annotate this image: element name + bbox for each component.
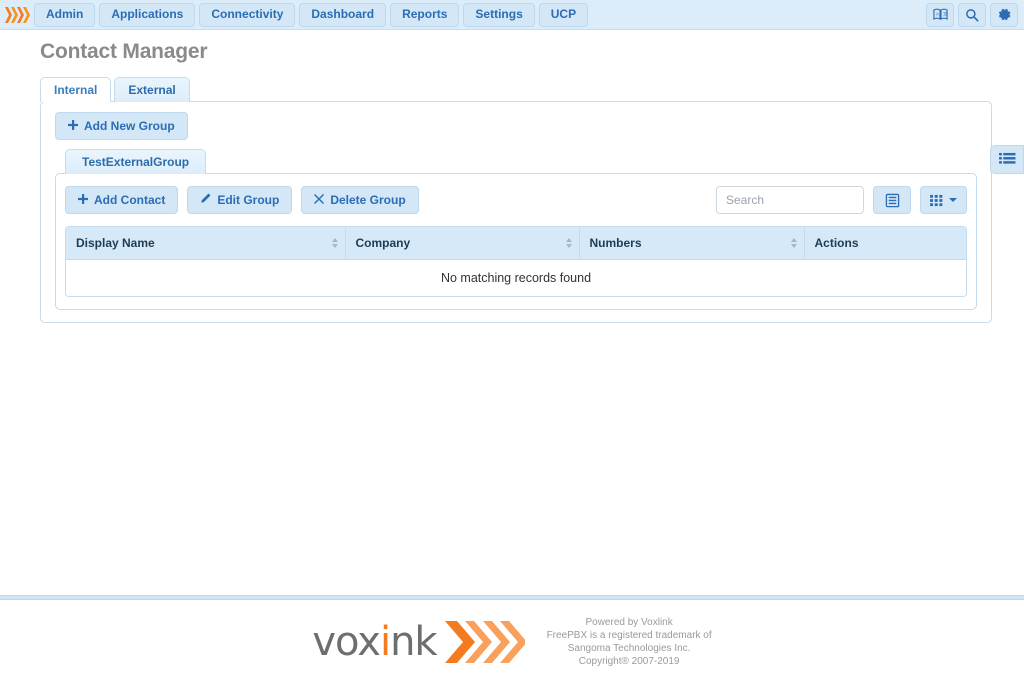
column-header-company[interactable]: Company	[345, 227, 580, 260]
nav-item-applications[interactable]: Applications	[99, 2, 196, 27]
contacts-table-wrapper: Display Name Company Numbers Actions No …	[65, 226, 967, 297]
footer-copyright: Powered by Voxlink FreePBX is a register…	[547, 616, 712, 668]
sidebar-toggle-button[interactable]	[990, 145, 1024, 174]
tab-internal[interactable]: Internal	[40, 77, 112, 102]
voxlink-text-part2: nk	[390, 619, 438, 665]
nav-item-settings[interactable]: Settings	[463, 2, 535, 27]
view-buttons	[873, 186, 967, 214]
gear-icon	[998, 8, 1010, 21]
column-chooser-button[interactable]	[920, 186, 967, 214]
search-input[interactable]	[716, 186, 864, 214]
column-header-actions: Actions	[804, 227, 966, 260]
footer-line-3: Sangoma Technologies Inc.	[567, 643, 691, 654]
nav-item-connectivity[interactable]: Connectivity	[199, 2, 296, 27]
column-label: Display Name	[76, 236, 155, 250]
nav-item-admin[interactable]: Admin	[34, 2, 96, 27]
add-new-group-label: Add New Group	[84, 119, 175, 133]
page-container: Contact Manager Internal External Add Ne…	[0, 40, 1024, 605]
gear-icon-button[interactable]	[990, 2, 1018, 27]
delete-group-button[interactable]: Delete Group	[301, 186, 419, 214]
sort-arrows-icon	[331, 238, 338, 248]
column-label: Numbers	[589, 236, 642, 250]
plus-icon	[78, 193, 88, 207]
group-tab-strip: TestExternalGroup	[65, 149, 981, 174]
group-content-panel: Add Contact Edit Group Delete Group Sear…	[55, 173, 977, 310]
svg-text:A: A	[935, 11, 939, 16]
list-view-button[interactable]	[873, 186, 911, 214]
chevron-down-icon	[949, 198, 957, 202]
voxlink-text-i: i	[379, 619, 391, 665]
nav-item-ucp[interactable]: UCP	[538, 2, 589, 27]
edit-group-button[interactable]: Edit Group	[187, 186, 293, 214]
list-menu-icon	[998, 152, 1015, 164]
footer-line-1: Powered by Voxlink	[585, 617, 673, 628]
group-tab-testexternalgroup[interactable]: TestExternalGroup	[65, 149, 207, 174]
main-tab-strip: Internal External	[40, 77, 1004, 102]
list-view-icon	[885, 193, 899, 207]
empty-message: No matching records found	[66, 259, 966, 296]
add-contact-label: Add Contact	[94, 193, 166, 207]
contacts-table: Display Name Company Numbers Actions No …	[66, 227, 966, 296]
pencil-icon	[200, 193, 211, 207]
column-label: Actions	[814, 236, 859, 250]
nav-item-reports[interactable]: Reports	[390, 2, 460, 27]
column-header-numbers[interactable]: Numbers	[579, 227, 805, 260]
add-contact-button[interactable]: Add Contact	[65, 186, 179, 214]
x-icon	[314, 193, 325, 207]
nav-item-dashboard[interactable]: Dashboard	[299, 2, 387, 27]
search-icon-button[interactable]	[958, 2, 986, 27]
footer-line-2: FreePBX is a registered trademark of	[546, 630, 712, 641]
external-tab-panel: Add New Group TestExternalGroup Add Cont…	[40, 101, 992, 323]
column-header-display-name[interactable]: Display Name	[66, 227, 346, 260]
language-icon-button[interactable]: A 文	[926, 2, 954, 27]
svg-text:文: 文	[942, 10, 947, 17]
page-footer: voxink Powered by Voxlink FreePBX is a r…	[0, 601, 1024, 683]
voxlink-waves-logo-icon	[444, 621, 525, 663]
table-head: Display Name Company Numbers Actions	[66, 227, 966, 260]
plus-icon	[68, 119, 78, 133]
table-body: No matching records found	[66, 259, 966, 296]
tab-external[interactable]: External	[114, 77, 190, 102]
page-title: Contact Manager	[40, 40, 208, 63]
freepbx-waves-logo-icon[interactable]	[2, 2, 32, 28]
voxlink-logo: voxink	[312, 618, 525, 666]
group-toolbar-actions: Add Contact Edit Group Delete Group	[65, 186, 419, 214]
search-icon	[966, 8, 979, 22]
voxlink-wordmark: voxink	[312, 619, 438, 665]
footer-divider	[0, 595, 1024, 600]
edit-group-label: Edit Group	[217, 193, 280, 207]
navbar-right-actions: A 文	[926, 0, 1018, 29]
sort-arrows-icon	[565, 238, 572, 248]
group-toolbar-right	[716, 186, 967, 214]
column-label: Company	[355, 236, 411, 250]
delete-group-label: Delete Group	[330, 193, 406, 207]
grid-columns-icon	[930, 194, 943, 206]
sort-arrows-icon	[790, 238, 797, 248]
add-new-group-button[interactable]: Add New Group	[55, 112, 188, 140]
table-row-empty: No matching records found	[66, 259, 966, 296]
nav-items: Admin Applications Connectivity Dashboar…	[34, 2, 589, 27]
top-navbar: Admin Applications Connectivity Dashboar…	[0, 0, 1024, 30]
table-header-row: Display Name Company Numbers Actions	[66, 227, 966, 260]
group-toolbar: Add Contact Edit Group Delete Group Sear…	[65, 186, 967, 214]
language-icon: A 文	[932, 8, 947, 20]
voxlink-text-part1: vox	[312, 619, 381, 665]
footer-line-4: Copyright® 2007-2019	[578, 656, 680, 667]
